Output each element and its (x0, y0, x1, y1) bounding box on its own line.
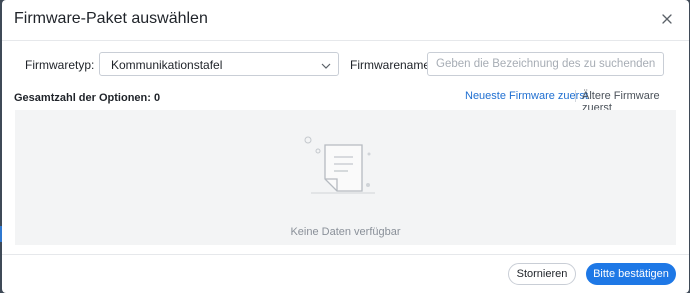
empty-state-panel: Keine Daten verfügbar (15, 110, 676, 245)
footer-divider (2, 254, 689, 255)
firmware-name-label: Firmwarename: (350, 58, 434, 72)
chevron-down-icon (320, 59, 332, 71)
sort-newest-link[interactable]: Neueste Firmware zuerst (465, 90, 588, 102)
confirm-button[interactable]: Bitte bestätigen (586, 263, 676, 285)
firmware-select-dialog: Firmware-Paket auswählen Firmwaretyp: Ko… (2, 0, 689, 293)
empty-state-text: Keine Daten verfügbar (290, 226, 401, 238)
firmware-name-input[interactable] (427, 52, 664, 76)
empty-document-icon (303, 133, 383, 203)
options-count: Gesamtzahl der Optionen: 0 (14, 92, 161, 104)
close-icon[interactable] (659, 11, 675, 27)
firmware-type-select[interactable]: Kommunikationstafel (99, 52, 339, 76)
cancel-button[interactable]: Stornieren (508, 263, 576, 285)
sort-divider (575, 90, 576, 102)
firmware-type-value: Kommunikationstafel (111, 58, 223, 72)
dialog-title: Firmware-Paket auswählen (14, 10, 208, 27)
filter-row: Firmwaretyp: Kommunikationstafel Firmwar… (2, 52, 689, 78)
dialog-header: Firmware-Paket auswählen (2, 0, 689, 41)
firmware-type-label: Firmwaretyp: (25, 58, 95, 72)
